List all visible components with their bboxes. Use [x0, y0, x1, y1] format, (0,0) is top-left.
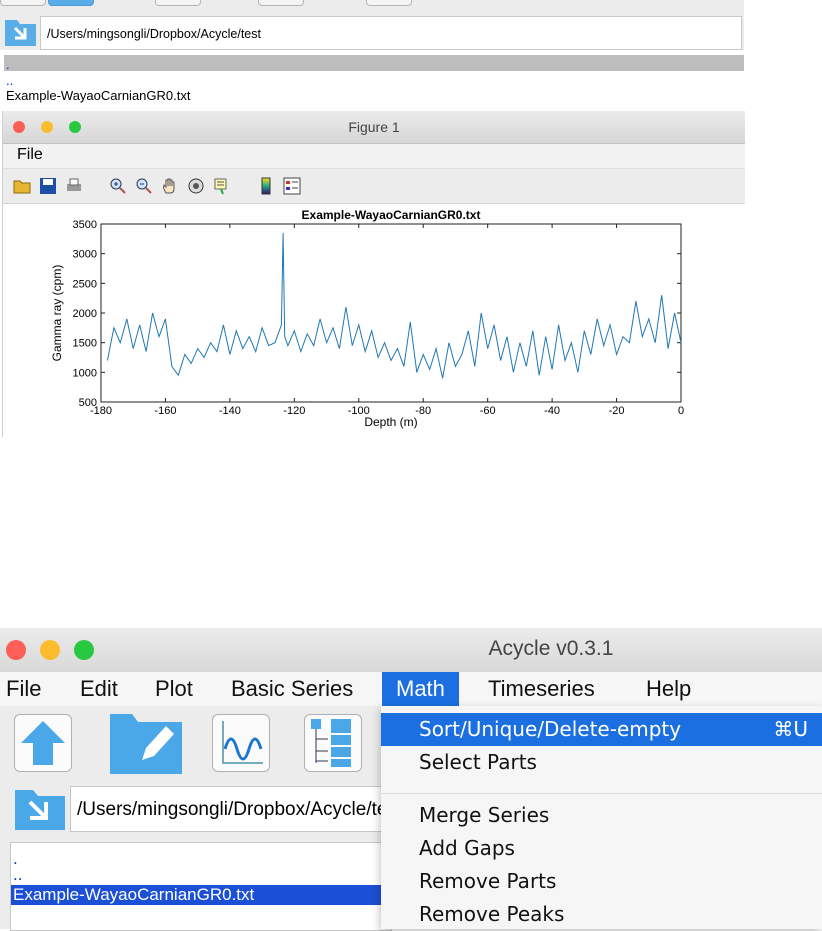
chart-title: Example-WayaoCarnianGR0.txt [302, 208, 481, 222]
path-row: /Users/mingsongli/Dropbox/Acycle/test [0, 6, 744, 50]
menu-help[interactable]: Help [646, 672, 691, 706]
menu-item-label: Remove Peaks [419, 902, 565, 926]
shortcut-label: ⌘U [773, 717, 808, 741]
x-tick-label: -60 [480, 405, 496, 417]
tree-structure-icon [311, 719, 351, 767]
x-tick-label: -120 [283, 405, 305, 417]
print-icon[interactable] [65, 177, 83, 195]
list-item[interactable]: .. [6, 73, 13, 88]
menu-item-merge-series[interactable]: Merge Series [381, 799, 822, 832]
rotate-3d-icon[interactable] [187, 177, 205, 195]
list-item[interactable]: . [6, 57, 10, 72]
menu-file[interactable]: File [6, 672, 41, 706]
list-item[interactable]: Example-WayaoCarnianGR0.txt [6, 88, 190, 103]
y-tick-label: 1500 [73, 338, 97, 350]
menu-item-remove-parts[interactable]: Remove Parts [381, 865, 822, 898]
menu-separator [381, 793, 822, 794]
list-header-bar [4, 55, 744, 71]
menu-item-sort-unique[interactable]: Sort/Unique/Delete-empty ⌘U [381, 713, 822, 746]
folder-down-icon[interactable] [4, 14, 38, 48]
colorbar-icon[interactable] [257, 177, 275, 195]
path-input[interactable]: /Users/mingsongli/Dropbox/Acycle/test [40, 16, 742, 50]
menu-edit[interactable]: Edit [80, 672, 118, 706]
pan-hand-icon[interactable] [161, 177, 179, 195]
window-title: Acycle v0.3.1 [488, 637, 614, 660]
menu-item-remove-peaks[interactable]: Remove Peaks [381, 898, 822, 931]
x-tick-label: -160 [154, 405, 176, 417]
menu-item-add-gaps[interactable]: Add Gaps [381, 832, 822, 865]
plot-wave-icon [222, 721, 263, 764]
list-item-selected[interactable]: Example-WayaoCarnianGR0.txt [11, 885, 391, 905]
list-item[interactable]: .. [13, 865, 22, 885]
file-list[interactable]: . .. Example-WayaoCarnianGR0.txt [10, 842, 392, 931]
save-icon[interactable] [39, 177, 57, 195]
y-tick-label: 3000 [73, 249, 97, 261]
x-tick-label: -20 [609, 405, 625, 417]
y-tick-label: 3500 [73, 219, 97, 231]
figure-title: Figure 1 [348, 119, 400, 135]
math-dropdown-menu: Sort/Unique/Delete-empty ⌘U Select Parts… [381, 706, 822, 929]
edit-folder-icon [110, 714, 182, 774]
figure-menubar: File [3, 144, 745, 169]
x-tick-label: 0 [678, 405, 684, 417]
acycle-titlebar: Acycle v0.3.1 [0, 628, 822, 672]
y-tick-label: 1000 [73, 367, 97, 379]
plot-area: -180 -160 -140 -120 -100 -80 -60 -40 -20 0 500 1000… [3, 204, 745, 437]
menu-item-label: Remove Parts [419, 869, 557, 893]
menu-timeseries[interactable]: Timeseries [488, 672, 595, 706]
menu-item-label: Add Gaps [419, 836, 515, 860]
menu-item-label: Merge Series [419, 803, 550, 827]
file-list[interactable]: . .. Example-WayaoCarnianGR0.txt [0, 57, 744, 111]
legend-icon[interactable] [283, 177, 301, 195]
plot-frame [100, 223, 682, 403]
data-cursor-icon[interactable] [213, 177, 231, 195]
open-folder-icon[interactable] [13, 177, 31, 195]
menu-math[interactable]: Math [382, 672, 459, 706]
line-chart: -180 -160 -140 -120 -100 -80 -60 -40 -20 05001000… [50, 208, 684, 429]
figure-toolbar [3, 169, 745, 204]
up-folder-button[interactable] [14, 714, 72, 772]
y-tick-label: 2500 [73, 278, 97, 290]
y-tick-label: 500 [79, 397, 97, 409]
up-arrow-icon [21, 721, 65, 765]
folder-down-icon[interactable] [14, 784, 66, 832]
menu-basic-series[interactable]: Basic Series [231, 672, 353, 706]
figure-window: Figure 1 File -180 -160 -140 -120 -100 -80 -60… [2, 111, 745, 437]
menu-file[interactable]: File [17, 146, 43, 164]
x-axis-label: Depth (m) [364, 415, 417, 429]
figure-titlebar: Figure 1 [3, 111, 745, 144]
menu-item-label: Sort/Unique/Delete-empty [419, 717, 682, 741]
plot-button[interactable] [212, 714, 270, 772]
x-tick-label: -140 [219, 405, 241, 417]
zoom-in-icon[interactable] [109, 177, 127, 195]
tree-button[interactable] [304, 714, 362, 772]
menu-item-select-parts[interactable]: Select Parts [381, 746, 822, 779]
edit-folder-button[interactable] [108, 708, 184, 776]
x-tick-label: -40 [544, 405, 560, 417]
y-tick-label: 2000 [73, 308, 97, 320]
menubar: File Edit Plot Basic Series Math Timeser… [0, 672, 822, 706]
menu-plot[interactable]: Plot [155, 672, 193, 706]
zoom-out-icon[interactable] [135, 177, 153, 195]
path-input[interactable]: /Users/mingsongli/Dropbox/Acycle/test [70, 786, 400, 832]
y-axis-label: Gamma ray (cpm) [50, 265, 64, 362]
menu-item-label: Select Parts [419, 750, 537, 774]
